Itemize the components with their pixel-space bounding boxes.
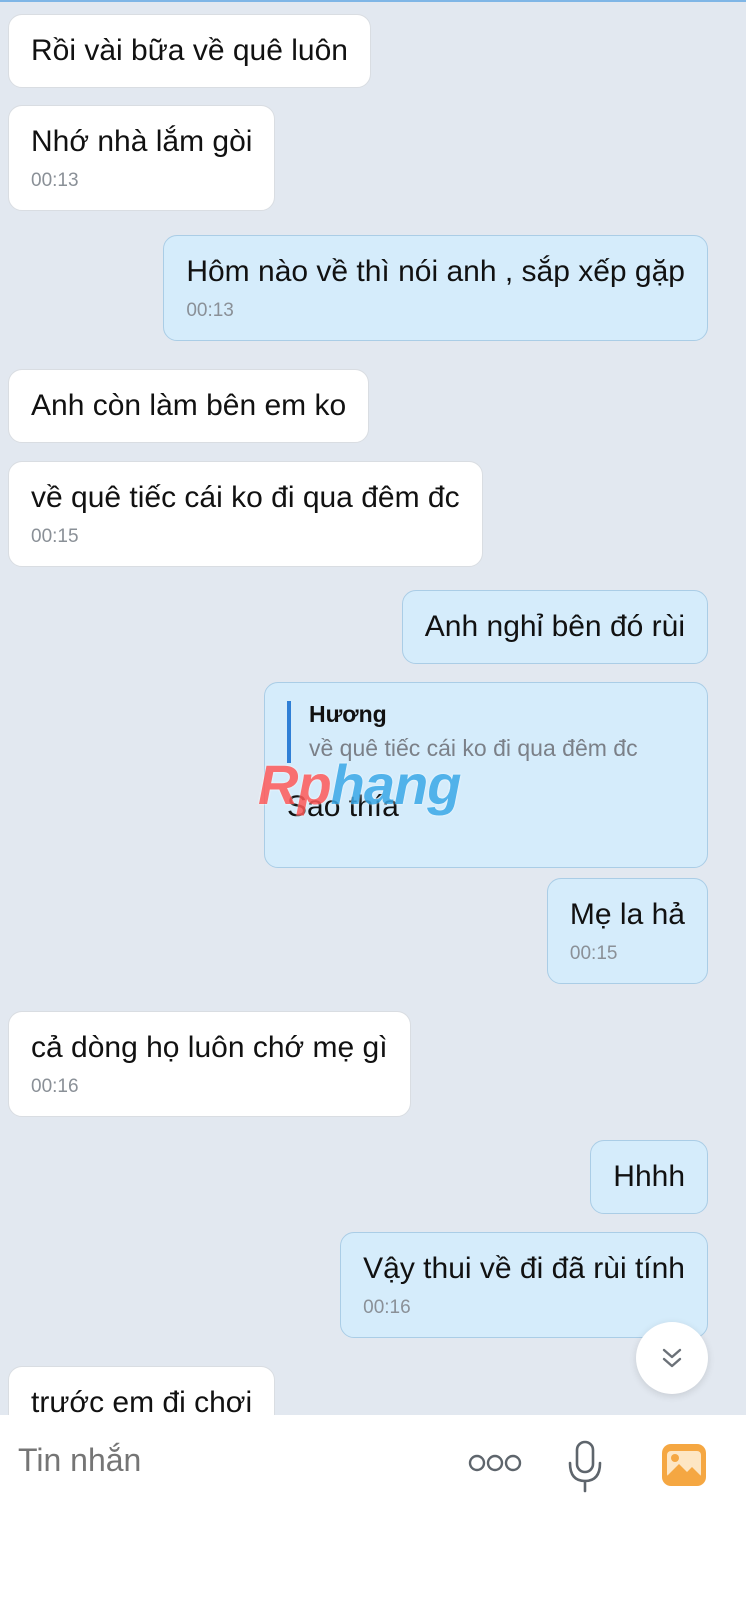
message-text: Hôm nào về thì nói anh , sắp xếp gặp <box>186 255 685 288</box>
message-time: 00:16 <box>31 1076 79 1097</box>
chevron-double-down-icon <box>662 1348 682 1368</box>
message-bubble-outgoing[interactable]: Mẹ la hả 00:15 <box>546 878 708 984</box>
message-text: Anh nghỉ bên đó rùi <box>424 610 685 643</box>
message-bubble-incoming[interactable]: Nhớ nhà lắm gòi 00:13 <box>8 105 276 211</box>
message-time: 00:13 <box>186 300 234 321</box>
microphone-icon <box>568 1440 602 1493</box>
top-divider <box>0 0 746 2</box>
message-bubble-incoming[interactable]: về quê tiếc cái ko đi qua đêm đc 00:15 <box>8 461 483 567</box>
message-text: Rồi vài bữa về quê luôn <box>31 34 348 67</box>
message-composer <box>0 1415 746 1600</box>
message-bubble-incoming[interactable]: cả dòng họ luôn chớ mẹ gì 00:16 <box>8 1011 411 1117</box>
message-text: Hhhh <box>613 1160 685 1193</box>
message-time: 00:13 <box>31 170 79 191</box>
message-text: Vậy thui về đi đã rùi tính <box>363 1252 685 1285</box>
more-dots-icon <box>468 1454 522 1472</box>
watermark-logo: Rphang <box>258 752 462 817</box>
more-button[interactable] <box>466 1435 524 1491</box>
message-time: 00:16 <box>363 1297 411 1318</box>
message-bubble-incoming[interactable]: Anh còn làm bên em ko <box>8 369 370 443</box>
message-text: Mẹ la hả <box>569 898 685 931</box>
message-input[interactable] <box>16 1441 420 1480</box>
send-image-button[interactable] <box>660 1437 708 1493</box>
watermark-part1: Rp <box>258 753 332 816</box>
message-bubble-incoming[interactable]: Rồi vài bữa về quê luôn <box>8 14 371 88</box>
watermark-part2: hang <box>330 753 462 816</box>
message-text: về quê tiếc cái ko đi qua đêm đc <box>31 481 460 514</box>
message-text: cả dòng họ luôn chớ mẹ gì <box>31 1031 388 1064</box>
message-bubble-outgoing[interactable]: Hhhh <box>590 1140 708 1214</box>
voice-message-button[interactable] <box>562 1435 608 1499</box>
message-text: Anh còn làm bên em ko <box>31 389 347 422</box>
message-bubble-outgoing[interactable]: Hôm nào về thì nói anh , sắp xếp gặp 00:… <box>163 235 708 341</box>
message-bubble-outgoing[interactable]: Anh nghỉ bên đó rùi <box>401 590 708 664</box>
reply-sender-name: Hương <box>309 701 387 727</box>
chat-area[interactable]: Rồi vài bữa về quê luôn Nhớ nhà lắm gòi … <box>0 0 746 1445</box>
image-gallery-icon <box>662 1444 706 1486</box>
scroll-to-bottom-button[interactable] <box>636 1322 708 1394</box>
message-bubble-outgoing[interactable]: Vậy thui về đi đã rùi tính 00:16 <box>340 1232 708 1338</box>
message-text: Nhớ nhà lắm gòi <box>31 125 253 158</box>
message-time: 00:15 <box>569 943 618 964</box>
message-time: 00:15 <box>31 526 79 547</box>
